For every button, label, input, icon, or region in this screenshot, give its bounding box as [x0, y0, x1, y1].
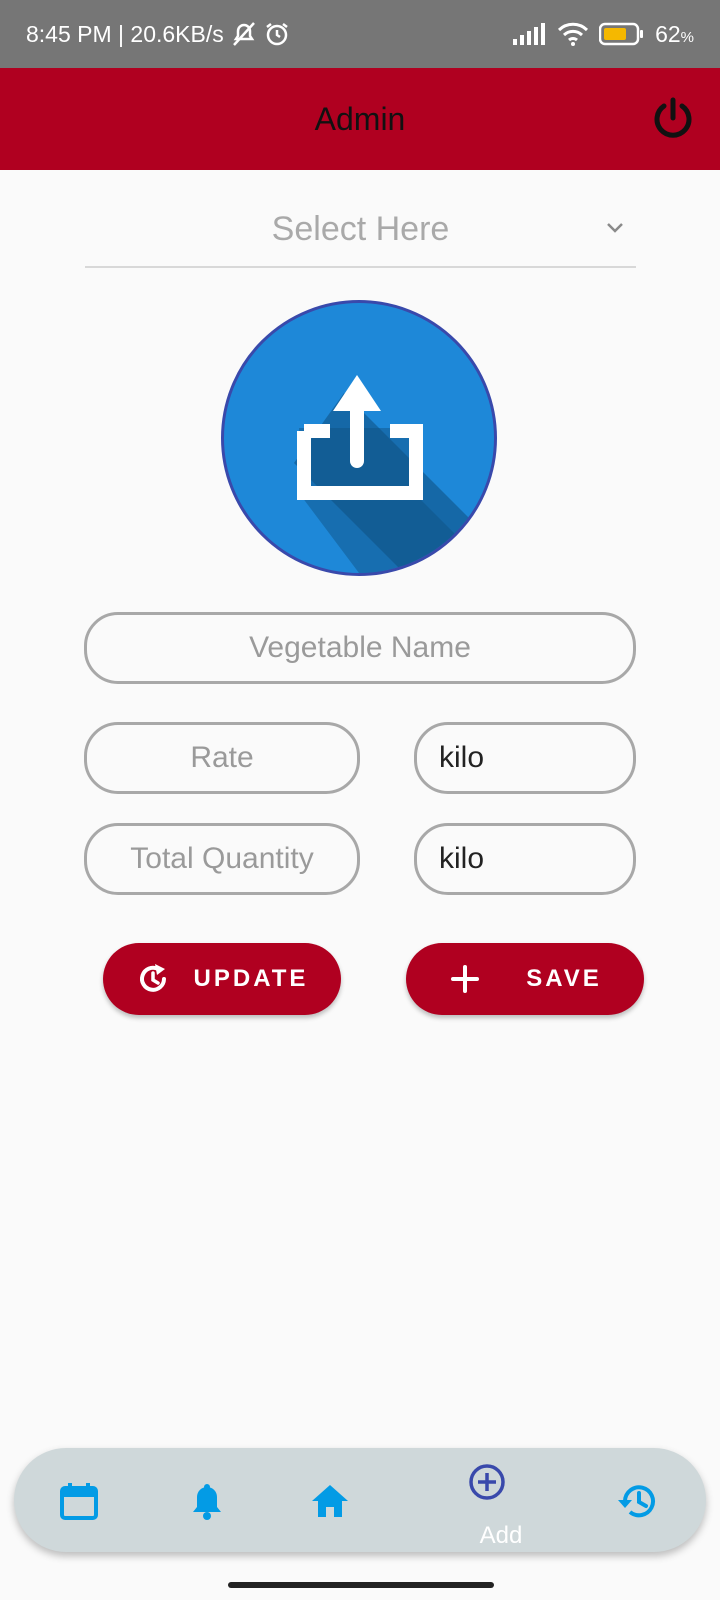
update-icon — [139, 964, 166, 992]
app-bar: Admin — [0, 68, 720, 170]
vegetable-select-dropdown[interactable]: Select Here — [85, 200, 636, 268]
history-icon[interactable] — [616, 1480, 658, 1522]
vegetable-name-field[interactable]: Vegetable Name — [84, 612, 636, 684]
chevron-down-icon — [607, 223, 623, 233]
status-bar: 8:45 PM | 20.6KB/s 62% — [0, 0, 720, 68]
alarm-icon — [266, 23, 288, 46]
rate-unit-select[interactable]: kilo — [414, 722, 636, 794]
rate-field[interactable]: Rate — [84, 722, 360, 794]
wifi-icon — [558, 22, 589, 46]
calendar-icon[interactable] — [58, 1480, 100, 1522]
power-icon[interactable] — [650, 96, 696, 142]
battery-icon — [599, 22, 644, 46]
home-icon[interactable] — [310, 1482, 350, 1520]
select-placeholder: Select Here — [271, 210, 450, 248]
bottom-navigation: Add — [14, 1448, 706, 1552]
status-time-speed: 8:45 PM | 20.6KB/s — [26, 20, 224, 47]
page-title: Admin — [314, 101, 406, 137]
quantity-unit-select[interactable]: kilo — [414, 823, 636, 895]
mute-icon — [232, 22, 255, 46]
home-indicator — [228, 1582, 494, 1588]
status-right: 62% — [513, 21, 694, 48]
total-quantity-field[interactable]: Total Quantity — [84, 823, 360, 895]
battery-percentage: 62% — [655, 20, 694, 47]
save-button[interactable]: SAVE — [406, 943, 644, 1015]
upload-image-button[interactable] — [221, 300, 497, 576]
update-button[interactable]: UPDATE — [103, 943, 341, 1015]
update-button-label: UPDATE — [193, 965, 309, 992]
upload-icon — [294, 375, 484, 573]
plus-icon — [451, 965, 480, 993]
status-left: 8:45 PM | 20.6KB/s — [26, 21, 290, 48]
save-button-label: SAVE — [526, 965, 602, 992]
add-circle-icon[interactable] — [467, 1462, 507, 1502]
signal-icon — [513, 23, 546, 45]
nav-add-label: Add — [479, 1522, 523, 1549]
bell-icon[interactable] — [188, 1482, 226, 1522]
